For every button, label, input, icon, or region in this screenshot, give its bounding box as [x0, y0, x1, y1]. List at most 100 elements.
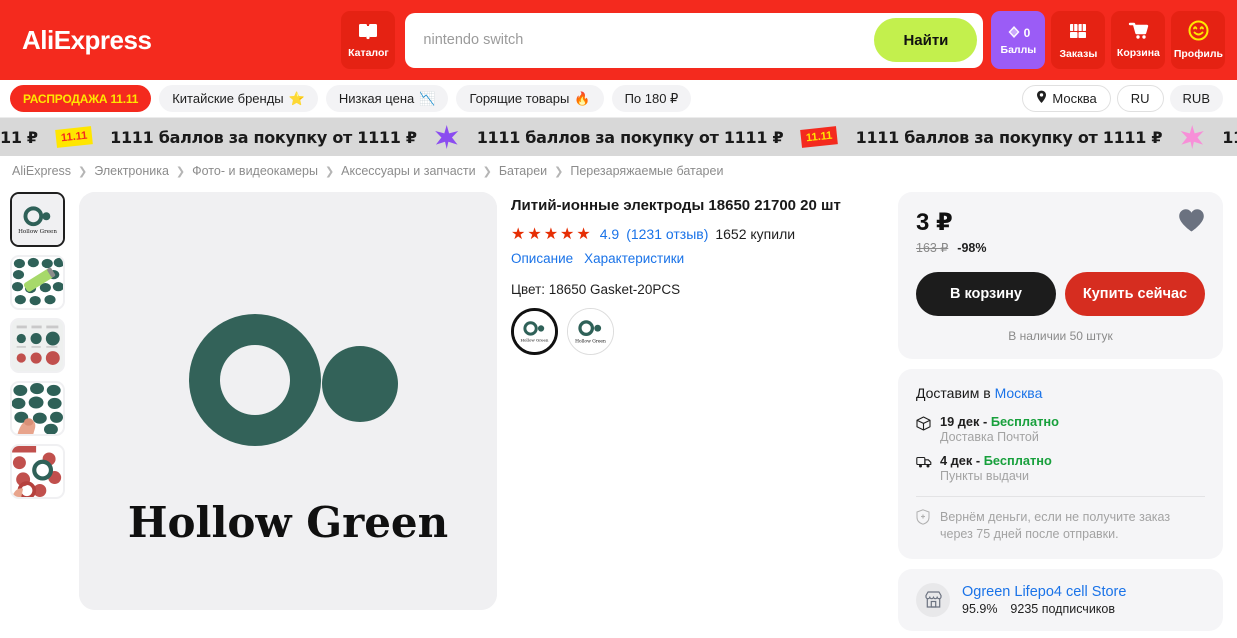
delivery-dash: - [983, 414, 988, 429]
old-price-row: 163 ₽ -98% [916, 240, 986, 256]
chart-down-icon: 📉 [419, 90, 436, 106]
marquee-text-partial-left: 11 ₽ [0, 127, 38, 147]
breadcrumb-item-4[interactable]: Батареи [499, 164, 547, 178]
delivery-price: Бесплатно [983, 453, 1052, 468]
thumbnail-hand-green[interactable] [10, 381, 65, 436]
thumbnail-size-chart[interactable] [10, 318, 65, 373]
delivery-date-line: 19 дек - Бесплатно [940, 414, 1059, 429]
orders-label: Заказы [1059, 47, 1098, 60]
search-input[interactable] [423, 32, 875, 48]
search-bar: Найти [405, 12, 984, 68]
cart-icon [1128, 21, 1149, 45]
delivery-card: Доставим в Москва 19 дек - Бесплатно Дос… [898, 369, 1223, 559]
svg-text:Hollow Green: Hollow Green [521, 337, 549, 342]
rating-value: 4.9 [599, 225, 620, 242]
truck-icon [916, 453, 932, 483]
catalog-button[interactable]: Каталог [341, 11, 396, 69]
reviews-link[interactable]: (1231 отзыв) [626, 226, 708, 242]
stock-status: В наличии 50 штук [1008, 329, 1113, 343]
breadcrumb-item-5[interactable]: Перезаряжаемые батареи [570, 164, 723, 178]
store-card[interactable]: Ogreen Lifepo4 cell Store 95.9% 9235 под… [898, 568, 1223, 631]
thumbnail-list: Hollow Green [10, 192, 65, 638]
color-swatch-21700[interactable]: Hollow Green [567, 307, 614, 355]
star-icon: ⭐ [288, 90, 305, 106]
delivery-title: Доставим в Москва [916, 385, 1205, 401]
language-label: RU [1130, 91, 1150, 106]
heart-icon[interactable] [1178, 208, 1205, 233]
logo-text: AliExpress [22, 24, 152, 55]
breadcrumb-separator: ❯ [324, 165, 335, 178]
delivery-method: Доставка Почтой [940, 430, 1039, 444]
breadcrumb-item-3[interactable]: Аксессуары и запчасти [341, 164, 475, 178]
chip-180-label: По 180 ₽ [624, 90, 679, 106]
price-block: 3 ₽ 163 ₽ -98% [916, 208, 986, 255]
points-button[interactable]: 0 Баллы [991, 11, 1046, 69]
boxes-icon [1068, 21, 1088, 46]
hero-caption: Hollow Green [128, 498, 448, 547]
svg-text:Hollow Green: Hollow Green [575, 339, 606, 344]
header-actions: 0 Баллы Заказы Корзина Профиль [991, 11, 1226, 69]
store-name[interactable]: Ogreen Lifepo4 cell Store [962, 584, 1126, 600]
chip-low-price[interactable]: Низкая цена 📉 [325, 85, 449, 112]
chip-chinese-brands-label: Китайские бренды [172, 91, 284, 106]
breadcrumb-separator: ❯ [175, 165, 186, 178]
starburst-icon-pink [1180, 125, 1204, 149]
add-to-cart-button[interactable]: В корзину [916, 272, 1056, 316]
thumbnail-battery[interactable] [10, 255, 65, 310]
divider [916, 496, 1205, 497]
breadcrumb-separator: ❯ [78, 165, 88, 178]
delivery-option-text: 4 дек - Бесплатно Пункты выдачи [940, 453, 1052, 483]
currency-selector[interactable]: RUB [1169, 85, 1223, 112]
product-hero-image[interactable]: Hollow Green [79, 192, 497, 610]
store-details: Ogreen Lifepo4 cell Store 95.9% 9235 под… [962, 584, 1126, 616]
location-selector[interactable]: Москва [1022, 85, 1111, 112]
link-specifications[interactable]: Характеристики [584, 251, 684, 266]
chip-hot-deals[interactable]: Горящие товары 🔥 [456, 85, 604, 112]
chip-hot-deals-label: Горящие товары [469, 91, 570, 106]
chip-chinese-brands[interactable]: Китайские бренды ⭐ [159, 85, 318, 112]
fire-icon: 🔥 [574, 90, 591, 106]
points-count-row: 0 [1007, 25, 1030, 42]
thumbnail-red-gaskets[interactable] [10, 444, 65, 499]
buy-now-button[interactable]: Купить сейчас [1065, 272, 1205, 316]
points-label: Баллы [1000, 43, 1037, 56]
delivery-option-text: 19 дек - Бесплатно Доставка Почтой [940, 414, 1059, 444]
catalog-label: Каталог [348, 46, 389, 59]
product-info: Литий-ионные электроды 18650 21700 20 шт… [511, 192, 884, 638]
marquee-text-3: 1111 баллов за покупку от 1111 ₽ [855, 127, 1163, 147]
language-selector[interactable]: RU [1116, 85, 1164, 112]
breadcrumb-item-1[interactable]: Электроника [94, 164, 169, 178]
delivery-price: Бесплатно [990, 414, 1059, 429]
purchase-buttons: В корзину Купить сейчас [916, 272, 1205, 316]
aliexpress-logo[interactable]: AliExpress [22, 24, 152, 56]
chip-sale-1111[interactable]: РАСПРОДАЖА 11.11 [10, 85, 152, 112]
store-meta: 95.9% 9235 подписчиков [962, 602, 1126, 616]
chip-180-rub[interactable]: По 180 ₽ [611, 85, 692, 112]
delivery-dash: - [975, 453, 981, 468]
orders-button[interactable]: Заказы [1051, 11, 1106, 69]
product-main: Hollow Green Hollow Green Литий-ионные э… [0, 186, 1237, 638]
guarantee-row: Вернём деньги, если не получите заказ че… [916, 509, 1205, 543]
delivery-method: Пункты выдачи [940, 469, 1030, 483]
color-swatch-18650[interactable]: Hollow Green [511, 307, 558, 355]
cart-button[interactable]: Корзина [1111, 11, 1166, 69]
promo-marquee: 11 ₽ 11.11 1111 баллов за покупку от 111… [0, 118, 1237, 156]
price-card: 3 ₽ 163 ₽ -98% В корзину Купить сейчас В… [898, 192, 1223, 359]
breadcrumb-item-2[interactable]: Фото- и видеокамеры [192, 164, 318, 178]
old-price: 163 ₽ [916, 241, 949, 255]
delivery-date: 4 дек [940, 453, 973, 468]
chip-sale-label: РАСПРОДАЖА 11.11 [23, 91, 139, 106]
marquee-text-partial-right: 1111 баллов за поку [1222, 127, 1237, 147]
delivery-city[interactable]: Москва [995, 385, 1043, 401]
search-button[interactable]: Найти [874, 18, 978, 62]
link-description[interactable]: Описание [511, 251, 573, 266]
badge-1111-red: 11.11 [800, 126, 839, 148]
price-header: 3 ₽ 163 ₽ -98% [916, 208, 1205, 255]
thumbnail-cover[interactable]: Hollow Green [10, 192, 65, 247]
profile-button[interactable]: Профиль [1171, 11, 1226, 69]
breadcrumb-separator: ❯ [482, 165, 492, 178]
chip-low-price-label: Низкая цена [338, 91, 415, 106]
store-icon [916, 582, 950, 617]
breadcrumb-item-0[interactable]: AliExpress [12, 164, 71, 178]
smiley-icon [1188, 20, 1209, 46]
